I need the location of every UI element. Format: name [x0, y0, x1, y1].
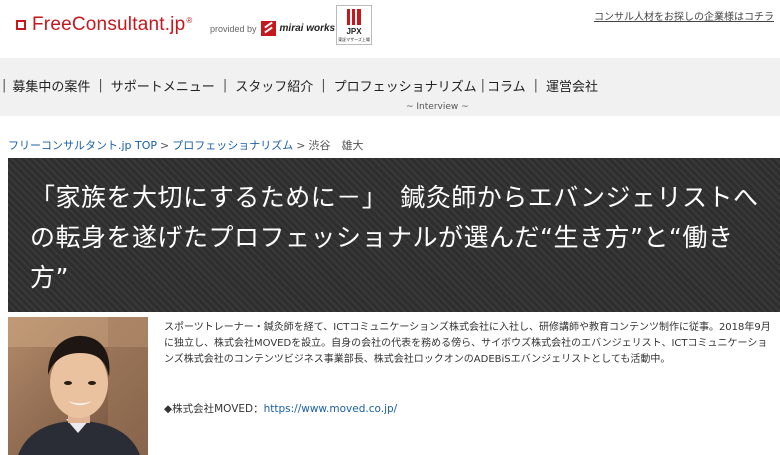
title-banner: 「家族を大切にするために－」 鍼灸師からエバンジェリストへの転身を遂げたプロフェ…	[8, 158, 780, 312]
jpx-label: JPX	[346, 27, 362, 36]
nav-items: | 募集中の案件 | サポートメニュー | スタッフ紹介 | プロフェッショナリ…	[0, 76, 598, 95]
portrait-image	[8, 317, 148, 455]
nav-item-column[interactable]: コラム	[487, 76, 526, 95]
page-title: 「家族を大切にするために－」 鍼灸師からエバンジェリストへの転身を遂げたプロフェ…	[30, 183, 759, 292]
nav-sub-label: ~ Interview ~	[406, 102, 469, 112]
breadcrumb-current: 渋谷 雄大	[308, 139, 364, 152]
logo-text: FreeConsultant.jp®	[32, 14, 193, 35]
provided-by-label: provided by	[210, 23, 257, 34]
nav-separator: |	[222, 78, 228, 93]
nav-item-projects[interactable]: 募集中の案件	[12, 76, 90, 95]
nav-item-professionalism[interactable]: プロフェッショナリズム	[334, 76, 477, 95]
breadcrumb-home-link[interactable]: フリーコンサルタント.jp TOP	[8, 139, 157, 152]
profile-bio: スポーツトレーナー・鍼灸師を経て、ICTコミュニケーションズ株式会社に入社し、研…	[164, 322, 771, 365]
nav-item-support[interactable]: サポートメニュー	[111, 76, 215, 95]
company-line: ◆株式会社MOVED：https://www.moved.co.jp/	[164, 401, 397, 416]
site-logo[interactable]: FreeConsultant.jp®	[16, 14, 192, 36]
nav-separator: |	[321, 78, 326, 93]
breadcrumb-separator: >	[296, 139, 306, 152]
logo-square-icon	[16, 20, 26, 30]
breadcrumb-section-link[interactable]: プロフェッショナリズム	[172, 139, 293, 152]
nav-separator: |	[480, 78, 486, 93]
breadcrumb-separator: >	[160, 139, 170, 152]
site-header: FreeConsultant.jp® provided by mirai wor…	[0, 0, 780, 58]
nav-separator: |	[533, 78, 539, 93]
nav-separator: |	[2, 78, 7, 93]
jpx-badge: JPX 東証マザーズ上場	[336, 5, 372, 45]
main-nav: | 募集中の案件 | サポートメニュー | スタッフ紹介 | プロフェッショナリ…	[0, 58, 780, 116]
company-url-link[interactable]: https://www.moved.co.jp/	[264, 403, 398, 415]
nav-separator: |	[98, 78, 103, 93]
mirai-works-logo-icon	[260, 21, 276, 36]
profile-photo	[8, 317, 148, 455]
breadcrumb: フリーコンサルタント.jp TOP > プロフェッショナリズム > 渋谷 雄大	[8, 137, 363, 153]
provider-name: mirai works	[279, 23, 336, 34]
nav-item-company[interactable]: 運営会社	[546, 76, 598, 95]
jpx-flag-icon	[347, 9, 361, 25]
company-label: ◆株式会社MOVED：	[164, 403, 264, 415]
corporate-client-link[interactable]: コンサル人材をお探しの企業様はコチラ	[594, 8, 774, 23]
nav-item-staff[interactable]: スタッフ紹介	[235, 76, 313, 95]
provided-by[interactable]: provided by mirai works	[210, 21, 335, 36]
jpx-sub-label: 東証マザーズ上場	[338, 37, 370, 42]
